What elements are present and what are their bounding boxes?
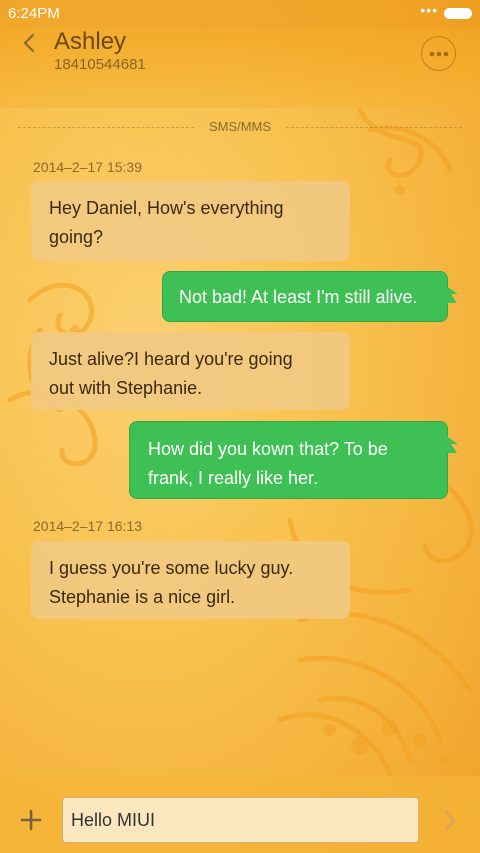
signal-dots-icon: ••• [420, 2, 438, 18]
outgoing-message-bubble[interactable]: How did you kown that? To be frank, I re… [129, 421, 458, 499]
divider-line-right [286, 127, 462, 128]
message-line: Not bad! At least I'm still alive. [179, 287, 418, 307]
channel-divider: SMS/MMS [18, 118, 462, 138]
battery-icon [444, 8, 472, 19]
message-line: frank, I really like her. [148, 468, 319, 488]
incoming-message-bubble[interactable]: Hey Daniel, How's everything going? [31, 181, 350, 261]
conversation-header: Ashley 18410544681 [0, 28, 480, 108]
back-button[interactable] [18, 30, 42, 60]
message-line: I guess you're some lucky guy. [49, 558, 294, 578]
incoming-message-bubble[interactable]: I guess you're some lucky guy. Stephanie… [31, 541, 350, 619]
more-dots-icon [429, 51, 448, 56]
chevron-left-icon [23, 33, 35, 53]
message-input[interactable] [62, 797, 419, 843]
message-line: Stephanie is a nice girl. [49, 587, 236, 607]
message-line: going? [49, 227, 104, 247]
message-timestamp: 2014–2–17 15:39 [33, 159, 142, 175]
message-line: Just alive?I heard you're going [49, 349, 293, 369]
message-line: How did you kown that? To be [148, 439, 388, 459]
message-timestamp: 2014–2–17 16:13 [33, 518, 142, 534]
add-attachment-button[interactable] [20, 809, 42, 831]
incoming-message-bubble[interactable]: Just alive?I heard you're going out with… [31, 332, 350, 410]
status-time: 6:24PM [8, 5, 60, 22]
contact-name: Ashley [54, 28, 127, 55]
more-options-button[interactable] [421, 36, 456, 71]
outgoing-message-bubble[interactable]: Not bad! At least I'm still alive. [162, 271, 458, 322]
contact-number: 18410544681 [54, 56, 146, 73]
message-line: out with Stephanie. [49, 378, 203, 398]
send-button[interactable] [440, 808, 460, 834]
plus-icon [20, 809, 42, 831]
message-composer [0, 776, 480, 853]
chevron-right-icon [444, 810, 456, 832]
message-line: Hey Daniel, How's everything [49, 198, 284, 218]
status-bar: 6:24PM ••• [0, 0, 480, 28]
